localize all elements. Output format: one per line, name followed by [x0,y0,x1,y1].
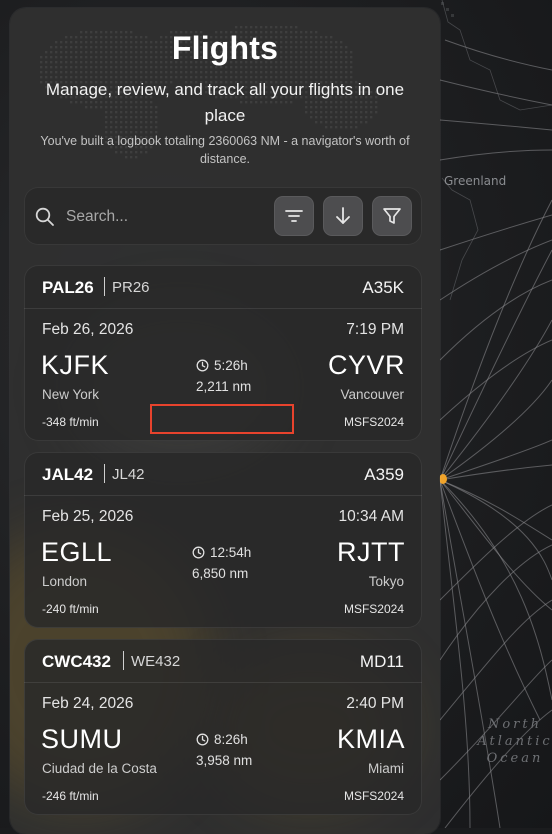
arrival-city: Miami [368,761,404,776]
flight-card[interactable]: CWC432 WE432 MD11 Feb 24, 2026 2:40 PM S… [24,639,422,815]
duration-value: 5:26h [214,358,248,373]
departure-code: EGLL [41,537,113,567]
search-toolbar [24,187,422,245]
flight-number: PAL26 [42,278,94,297]
callsign: WE432 [131,653,181,670]
departure-code: KJFK [41,350,110,380]
duration-value: 12:54h [210,545,252,560]
flight-card[interactable]: JAL42 JL42 A359 Feb 25, 2026 10:34 AM EG… [24,452,422,628]
landing-rate: -246 ft/min [42,789,99,803]
departure-code: SUMU [41,724,123,754]
page-title: Flights [171,30,279,66]
arrow-down-icon [336,207,350,224]
flight-distance: 6,850 nm [192,566,249,581]
filter-button[interactable] [372,196,412,236]
divider [123,651,124,670]
departure-city: New York [42,387,100,402]
page-subtitle: Manage, review, and track all your fligh… [45,80,405,125]
sort-direction-button[interactable] [323,196,363,236]
flight-distance: 2,211 nm [196,379,252,394]
flight-date: Feb 25, 2026 [42,508,134,525]
callsign: PR26 [112,279,150,296]
flight-time: 7:19 PM [346,321,404,338]
simulator: MSFS2024 [343,415,404,429]
aircraft-type: A359 [364,465,404,484]
flight-time: 2:40 PM [346,695,404,712]
flight-time: 10:34 AM [338,508,405,525]
filter-funnel-icon [383,208,401,224]
flight-number: CWC432 [42,652,111,671]
aircraft-type: MD11 [359,652,404,671]
landing-rate: -348 ft/min [42,415,99,429]
aircraft-type: A35K [362,278,404,297]
arrival-code: CYVR [327,350,405,380]
map-label-ocean: North Atlantic Ocean [477,717,552,766]
clock-icon [196,359,209,372]
page-header: Flights Manage, review, and track all yo… [10,8,440,178]
landing-rate: -240 ft/min [42,602,99,616]
arrival-code: KMIA [336,724,405,754]
search-input[interactable] [64,205,268,229]
flight-card-header: JAL42 JL42 A359 [24,452,422,496]
flight-card-header: PAL26 PR26 A35K [24,265,422,309]
simulator: MSFS2024 [343,789,404,803]
flight-number: JAL42 [42,465,94,484]
divider [104,277,105,296]
departure-city: Ciudad de la Costa [42,761,157,776]
logbook-stats: You've built a logbook totaling 2360063 … [40,134,410,166]
flight-date: Feb 24, 2026 [42,695,134,712]
divider [104,464,105,483]
clock-icon [192,546,205,559]
search-icon [35,207,55,232]
arrival-city: Tokyo [368,574,404,589]
flight-date: Feb 26, 2026 [42,321,134,338]
sort-lines-icon [285,210,303,222]
flight-distance: 3,958 nm [196,753,253,768]
clock-icon [196,733,209,746]
duration-value: 8:26h [214,732,248,747]
airport-marker[interactable] [439,474,447,484]
sort-options-button[interactable] [274,196,314,236]
arrival-code: RJTT [337,537,405,567]
map-label-greenland: Greenland [444,174,507,188]
callsign: JL42 [112,466,145,483]
highlight-box [150,404,294,434]
simulator: MSFS2024 [343,602,404,616]
departure-city: London [42,574,88,589]
flight-card-header: CWC432 WE432 MD11 [24,639,422,683]
arrival-city: Vancouver [340,387,404,402]
